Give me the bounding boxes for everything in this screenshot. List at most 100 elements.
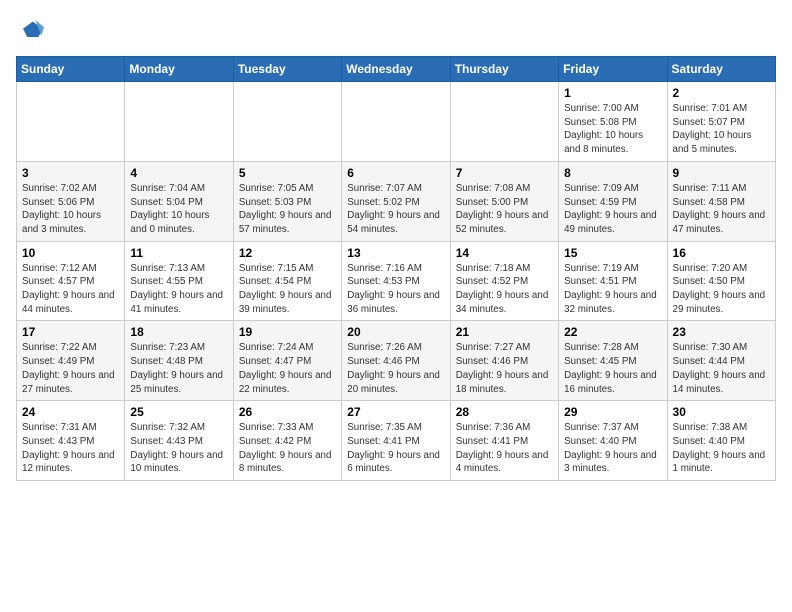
day-info: Sunrise: 7:30 AM Sunset: 4:44 PM Dayligh…	[673, 341, 770, 396]
day-number: 6	[347, 166, 444, 180]
day-info: Sunrise: 7:37 AM Sunset: 4:40 PM Dayligh…	[564, 421, 661, 476]
calendar-cell: 5 Sunrise: 7:05 AM Sunset: 5:03 PM Daylig…	[233, 161, 341, 241]
day-number: 29	[564, 405, 661, 419]
day-number: 28	[456, 405, 553, 419]
day-number: 1	[564, 86, 661, 100]
day-number: 22	[564, 325, 661, 339]
calendar-cell: 9 Sunrise: 7:11 AM Sunset: 4:58 PM Daylig…	[667, 161, 775, 241]
day-info: Sunrise: 7:02 AM Sunset: 5:06 PM Dayligh…	[22, 182, 119, 237]
day-number: 25	[130, 405, 227, 419]
day-number: 12	[239, 246, 336, 260]
weekday-header: Saturday	[667, 57, 775, 82]
calendar-cell: 7Sunrise: 7:08 AM Sunset: 5:00 PM Daylig…	[450, 161, 558, 241]
calendar-cell	[17, 82, 125, 162]
day-number: 13	[347, 246, 444, 260]
calendar-cell: 25 Sunrise: 7:32 AM Sunset: 4:43 PM Dayli…	[125, 401, 233, 481]
day-number: 26	[239, 405, 336, 419]
day-number: 3	[22, 166, 119, 180]
calendar-table: SundayMondayTuesdayWednesdayThursdayFrid…	[16, 56, 776, 481]
calendar-cell: 23 Sunrise: 7:30 AM Sunset: 4:44 PM Dayli…	[667, 321, 775, 401]
calendar-cell: 2 Sunrise: 7:01 AM Sunset: 5:07 PM Daylig…	[667, 82, 775, 162]
day-number: 21	[456, 325, 553, 339]
calendar-week-row: 24 Sunrise: 7:31 AM Sunset: 4:43 PM Dayli…	[17, 401, 776, 481]
day-number: 16	[673, 246, 770, 260]
weekday-header: Sunday	[17, 57, 125, 82]
day-info: Sunrise: 7:36 AM Sunset: 4:41 PM Dayligh…	[456, 421, 553, 476]
weekday-header: Thursday	[450, 57, 558, 82]
day-info: Sunrise: 7:27 AM Sunset: 4:46 PM Dayligh…	[456, 341, 553, 396]
logo	[16, 16, 46, 44]
day-info: Sunrise: 7:05 AM Sunset: 5:03 PM Dayligh…	[239, 182, 336, 237]
day-info: Sunrise: 7:13 AM Sunset: 4:55 PM Dayligh…	[130, 262, 227, 317]
day-info: Sunrise: 7:07 AM Sunset: 5:02 PM Dayligh…	[347, 182, 444, 237]
day-number: 9	[673, 166, 770, 180]
calendar-cell	[342, 82, 450, 162]
day-info: Sunrise: 7:33 AM Sunset: 4:42 PM Dayligh…	[239, 421, 336, 476]
day-info: Sunrise: 7:15 AM Sunset: 4:54 PM Dayligh…	[239, 262, 336, 317]
day-info: Sunrise: 7:09 AM Sunset: 4:59 PM Dayligh…	[564, 182, 661, 237]
day-info: Sunrise: 7:08 AM Sunset: 5:00 PM Dayligh…	[456, 182, 553, 237]
calendar-cell	[450, 82, 558, 162]
calendar-cell: 27Sunrise: 7:35 AM Sunset: 4:41 PM Dayli…	[342, 401, 450, 481]
calendar-cell	[233, 82, 341, 162]
day-number: 30	[673, 405, 770, 419]
day-info: Sunrise: 7:32 AM Sunset: 4:43 PM Dayligh…	[130, 421, 227, 476]
day-info: Sunrise: 7:19 AM Sunset: 4:51 PM Dayligh…	[564, 262, 661, 317]
day-info: Sunrise: 7:12 AM Sunset: 4:57 PM Dayligh…	[22, 262, 119, 317]
calendar-cell: 26 Sunrise: 7:33 AM Sunset: 4:42 PM Dayli…	[233, 401, 341, 481]
calendar-cell: 4 Sunrise: 7:04 AM Sunset: 5:04 PM Daylig…	[125, 161, 233, 241]
calendar-cell: 28 Sunrise: 7:36 AM Sunset: 4:41 PM Dayli…	[450, 401, 558, 481]
calendar-cell: 22Sunrise: 7:28 AM Sunset: 4:45 PM Dayli…	[559, 321, 667, 401]
day-number: 2	[673, 86, 770, 100]
calendar-cell: 17 Sunrise: 7:22 AM Sunset: 4:49 PM Dayli…	[17, 321, 125, 401]
calendar-cell: 1Sunrise: 7:00 AM Sunset: 5:08 PM Daylig…	[559, 82, 667, 162]
calendar-week-row: 17 Sunrise: 7:22 AM Sunset: 4:49 PM Dayli…	[17, 321, 776, 401]
day-info: Sunrise: 7:23 AM Sunset: 4:48 PM Dayligh…	[130, 341, 227, 396]
day-number: 19	[239, 325, 336, 339]
day-info: Sunrise: 7:16 AM Sunset: 4:53 PM Dayligh…	[347, 262, 444, 317]
calendar-cell: 19 Sunrise: 7:24 AM Sunset: 4:47 PM Dayli…	[233, 321, 341, 401]
day-info: Sunrise: 7:26 AM Sunset: 4:46 PM Dayligh…	[347, 341, 444, 396]
calendar-cell	[125, 82, 233, 162]
calendar-cell: 29 Sunrise: 7:37 AM Sunset: 4:40 PM Dayli…	[559, 401, 667, 481]
weekday-header: Tuesday	[233, 57, 341, 82]
calendar-week-row: 10 Sunrise: 7:12 AM Sunset: 4:57 PM Dayli…	[17, 241, 776, 321]
calendar-cell: 14Sunrise: 7:18 AM Sunset: 4:52 PM Dayli…	[450, 241, 558, 321]
day-info: Sunrise: 7:01 AM Sunset: 5:07 PM Dayligh…	[673, 102, 770, 157]
day-info: Sunrise: 7:31 AM Sunset: 4:43 PM Dayligh…	[22, 421, 119, 476]
day-number: 14	[456, 246, 553, 260]
weekday-header: Monday	[125, 57, 233, 82]
calendar-cell: 13 Sunrise: 7:16 AM Sunset: 4:53 PM Dayli…	[342, 241, 450, 321]
calendar-week-row: 3 Sunrise: 7:02 AM Sunset: 5:06 PM Daylig…	[17, 161, 776, 241]
day-number: 24	[22, 405, 119, 419]
day-info: Sunrise: 7:11 AM Sunset: 4:58 PM Dayligh…	[673, 182, 770, 237]
calendar-cell: 11Sunrise: 7:13 AM Sunset: 4:55 PM Dayli…	[125, 241, 233, 321]
day-number: 15	[564, 246, 661, 260]
day-info: Sunrise: 7:04 AM Sunset: 5:04 PM Dayligh…	[130, 182, 227, 237]
calendar-week-row: 1Sunrise: 7:00 AM Sunset: 5:08 PM Daylig…	[17, 82, 776, 162]
day-info: Sunrise: 7:22 AM Sunset: 4:49 PM Dayligh…	[22, 341, 119, 396]
day-number: 17	[22, 325, 119, 339]
day-number: 27	[347, 405, 444, 419]
calendar-cell: 15 Sunrise: 7:19 AM Sunset: 4:51 PM Dayli…	[559, 241, 667, 321]
calendar-cell: 12 Sunrise: 7:15 AM Sunset: 4:54 PM Dayli…	[233, 241, 341, 321]
day-number: 20	[347, 325, 444, 339]
day-number: 18	[130, 325, 227, 339]
weekday-header: Friday	[559, 57, 667, 82]
calendar-cell: 21 Sunrise: 7:27 AM Sunset: 4:46 PM Dayli…	[450, 321, 558, 401]
day-number: 10	[22, 246, 119, 260]
calendar-cell: 16 Sunrise: 7:20 AM Sunset: 4:50 PM Dayli…	[667, 241, 775, 321]
day-info: Sunrise: 7:24 AM Sunset: 4:47 PM Dayligh…	[239, 341, 336, 396]
calendar-cell: 6 Sunrise: 7:07 AM Sunset: 5:02 PM Daylig…	[342, 161, 450, 241]
calendar-cell: 3 Sunrise: 7:02 AM Sunset: 5:06 PM Daylig…	[17, 161, 125, 241]
logo-icon	[16, 16, 44, 44]
day-info: Sunrise: 7:20 AM Sunset: 4:50 PM Dayligh…	[673, 262, 770, 317]
calendar-cell: 30 Sunrise: 7:38 AM Sunset: 4:40 PM Dayli…	[667, 401, 775, 481]
day-info: Sunrise: 7:38 AM Sunset: 4:40 PM Dayligh…	[673, 421, 770, 476]
day-number: 5	[239, 166, 336, 180]
day-number: 23	[673, 325, 770, 339]
page-header	[16, 16, 776, 44]
day-number: 4	[130, 166, 227, 180]
day-number: 8	[564, 166, 661, 180]
calendar-cell: 10 Sunrise: 7:12 AM Sunset: 4:57 PM Dayli…	[17, 241, 125, 321]
